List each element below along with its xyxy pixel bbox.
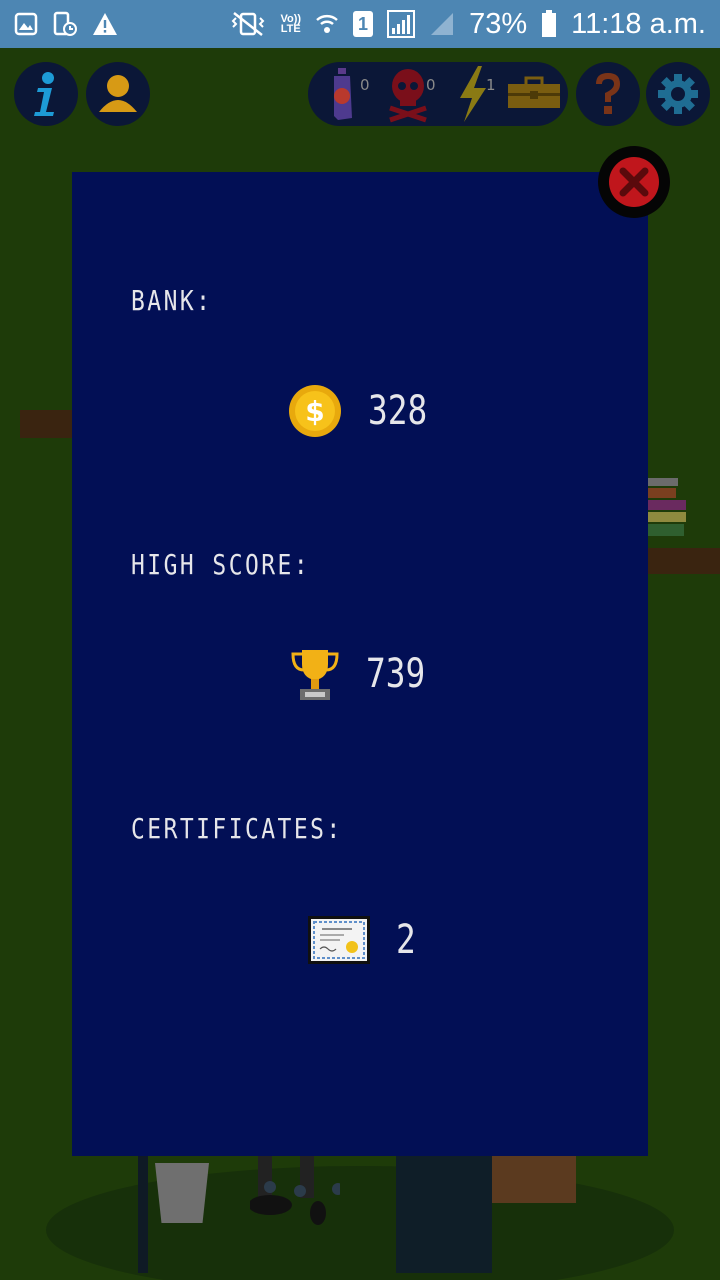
status-bar-right: Vo)) LTE 1 73% 11:18 a.m. [230, 8, 706, 41]
spray-can-icon [334, 68, 352, 120]
sim-slot-number: 1 [358, 13, 369, 34]
spray-count: 0 [360, 76, 370, 94]
certificate-icon [308, 916, 370, 964]
wifi-icon [316, 15, 338, 33]
bank-label: BANK: [131, 284, 213, 317]
close-icon [609, 157, 659, 207]
screenshot-icon [53, 11, 77, 36]
bank-value: 328 [368, 388, 428, 434]
certificates-value: 2 [396, 917, 416, 963]
gallery-icon [14, 12, 38, 36]
skull-count: 0 [426, 76, 436, 94]
svg-text:$: $ [305, 395, 324, 428]
lightning-count: 1 [486, 76, 496, 94]
high-score-row: 739 [290, 646, 438, 702]
bank-row: $ 328 [288, 384, 440, 438]
left-shelf [20, 410, 80, 438]
profile-icon [99, 75, 137, 112]
stats-dialog: BANK: $ 328 HIGH SCORE: 739 CERTIFICATES… [72, 172, 648, 1156]
certificates-label: CERTIFICATES: [131, 812, 343, 845]
sim-slot-badge: 1 [353, 11, 374, 37]
warning-icon [93, 13, 117, 35]
vibrate-mute-icon [232, 12, 265, 36]
cardboard-box [492, 1153, 576, 1203]
skull-powerup[interactable]: 0 [384, 62, 444, 126]
desk-leg [138, 1153, 148, 1273]
battery-icon [542, 10, 557, 37]
profile-button[interactable] [86, 62, 150, 126]
right-shelf [640, 548, 720, 574]
office-chair [250, 1153, 340, 1225]
certificates-row: 2 [308, 916, 420, 964]
trophy-icon [291, 650, 339, 700]
signal-secondary-icon [431, 13, 454, 35]
battery-percent: 73% [469, 7, 528, 40]
help-icon [596, 73, 620, 114]
info-icon [34, 72, 54, 116]
settings-button[interactable] [646, 62, 710, 126]
high-score-value: 739 [366, 651, 426, 697]
network-badge: Vo)) LTE [280, 14, 301, 35]
filing-cabinet [396, 1153, 492, 1273]
high-score-label: HIGH SCORE: [131, 548, 311, 581]
signal-icon [387, 10, 416, 38]
status-bar: Vo)) LTE 1 73% 11:18 a.m. [0, 0, 720, 48]
status-bar-left [14, 11, 118, 37]
toolbox-icon [508, 76, 560, 108]
lightning-powerup[interactable]: 1 [450, 62, 506, 126]
close-button[interactable] [598, 146, 670, 218]
toolbox-button[interactable] [506, 62, 564, 126]
network-badge-bottom: LTE [280, 23, 301, 35]
clock: 11:18 a.m. [571, 7, 706, 40]
skull-icon [389, 69, 427, 123]
settings-gear-icon [658, 74, 698, 114]
powerups-bar: 0 0 1 [308, 62, 568, 126]
bucket [155, 1163, 209, 1223]
coin-icon: $ [289, 385, 341, 437]
info-button[interactable] [14, 62, 78, 126]
help-button[interactable] [576, 62, 640, 126]
spray-powerup[interactable]: 0 [320, 62, 376, 126]
lightning-icon [460, 66, 486, 122]
